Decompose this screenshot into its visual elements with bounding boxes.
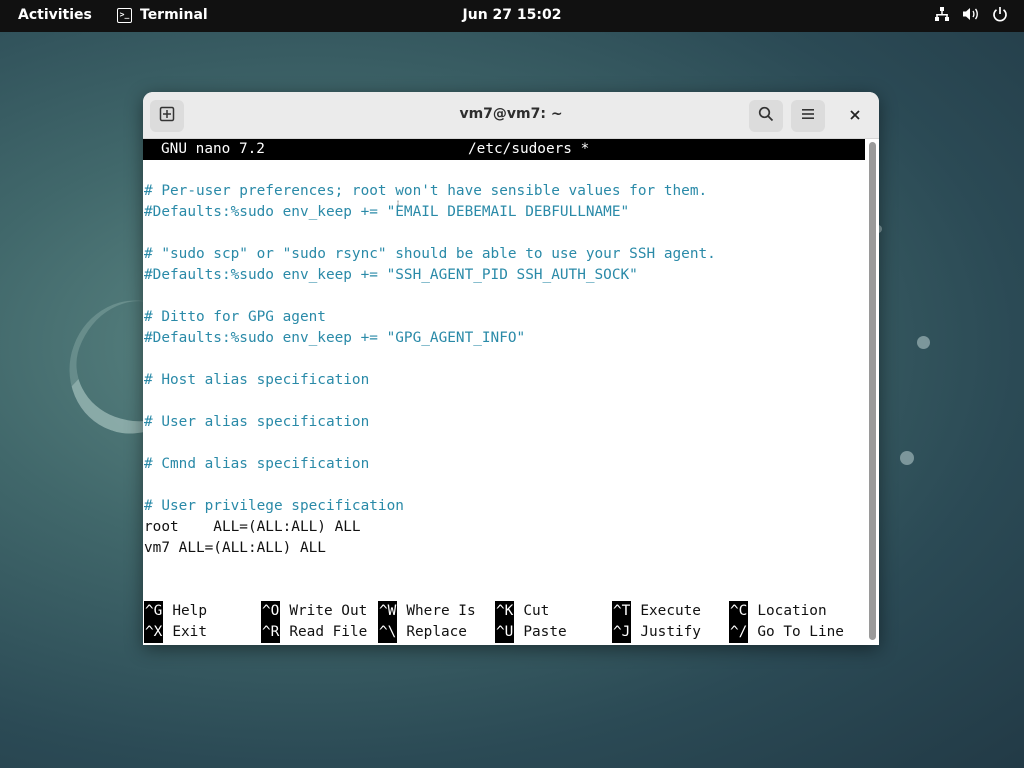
shortcut-write-out[interactable]: ^O Write Out: [261, 601, 367, 622]
shortcut-key: ^W: [378, 601, 398, 622]
editor-line: #Defaults:%sudo env_keep += "GPG_AGENT_I…: [144, 330, 526, 346]
shortcut-label: Read File: [289, 624, 368, 640]
top-bar: Activities >_ Terminal Jun 27 15:02: [0, 0, 1024, 32]
editor-line: # "sudo scp" or "sudo rsync" should be a…: [144, 246, 716, 262]
shortcut-key: ^X: [144, 622, 164, 643]
close-button[interactable]: [845, 105, 865, 125]
shortcut-label: Help: [172, 603, 207, 619]
shortcut-key: ^J: [612, 622, 632, 643]
shortcut-location[interactable]: ^C Location: [729, 601, 827, 622]
editor-line: root ALL=(ALL:ALL) ALL: [144, 519, 361, 535]
shortcut-label: Write Out: [289, 603, 368, 619]
menu-button[interactable]: [791, 100, 825, 132]
system-status-area[interactable]: [934, 6, 1008, 22]
shortcut-label: Where Is: [406, 603, 476, 619]
shortcut-help[interactable]: ^G Help: [144, 601, 207, 622]
shortcut-label: Justify: [640, 624, 701, 640]
shortcut-key: ^R: [261, 622, 281, 643]
shortcut-exit[interactable]: ^X Exit: [144, 622, 207, 643]
shortcut-label: Location: [757, 603, 827, 619]
mouse-ibeam-cursor-icon: [397, 200, 399, 206]
editor-line: # Cmnd alias specification: [144, 456, 370, 472]
terminal-window[interactable]: vm7@vm7: ~ GNU nano 7.2 /etc/sudoers * #…: [143, 92, 879, 645]
title-bar[interactable]: vm7@vm7: ~: [143, 92, 879, 139]
shortcut-replace[interactable]: ^\ Replace: [378, 622, 467, 643]
nano-filename: /etc/sudoers *: [468, 141, 590, 157]
nano-version: GNU nano 7.2: [161, 141, 265, 157]
editor-line: # User alias specification: [144, 414, 370, 430]
shortcut-label: Replace: [406, 624, 467, 640]
volume-icon[interactable]: [962, 6, 980, 22]
shortcut-label: Execute: [640, 603, 701, 619]
editor-line: #Defaults:%sudo env_keep += "EMAIL DEBEM…: [144, 204, 630, 220]
shortcut-key: ^K: [495, 601, 515, 622]
editor-line: # Ditto for GPG agent: [144, 309, 326, 325]
nano-title-bar: GNU nano 7.2 /etc/sudoers *: [143, 139, 865, 160]
editor-line: # User privilege specification: [144, 498, 404, 514]
editor-line: # Per-user preferences; root won't have …: [144, 183, 708, 199]
power-icon[interactable]: [992, 6, 1008, 22]
shortcut-cut[interactable]: ^K Cut: [495, 601, 549, 622]
shortcut-read-file[interactable]: ^R Read File: [261, 622, 367, 643]
editor-line: vm7 ALL=(ALL:ALL) ALL: [144, 540, 326, 556]
hamburger-menu-icon: [800, 106, 816, 126]
shortcut-key: ^T: [612, 601, 632, 622]
editor-line: #Defaults:%sudo env_keep += "SSH_AGENT_P…: [144, 267, 638, 283]
shortcut-justify[interactable]: ^J Justify: [612, 622, 701, 643]
shortcut-execute[interactable]: ^T Execute: [612, 601, 701, 622]
terminal-content[interactable]: GNU nano 7.2 /etc/sudoers * # Per-user p…: [143, 139, 865, 645]
shortcut-where-is[interactable]: ^W Where Is: [378, 601, 476, 622]
terminal-icon: >_: [117, 7, 132, 23]
shortcut-label: Go To Line: [757, 624, 844, 640]
shortcut-key: ^\: [378, 622, 398, 643]
shortcut-label: Exit: [172, 624, 207, 640]
shortcut-key: ^O: [261, 601, 281, 622]
search-button[interactable]: [749, 100, 783, 132]
app-menu[interactable]: >_ Terminal: [117, 7, 208, 23]
wallpaper-dot: [917, 336, 930, 349]
shortcut-label: Cut: [523, 603, 550, 619]
close-icon: [849, 106, 861, 125]
app-name: Terminal: [140, 7, 208, 23]
shortcut-key: ^/: [729, 622, 749, 643]
shortcut-label: Paste: [523, 624, 567, 640]
search-icon: [758, 106, 774, 126]
shortcut-key: ^U: [495, 622, 515, 643]
network-icon[interactable]: [934, 6, 950, 22]
shortcut-key: ^G: [144, 601, 164, 622]
shortcut-go-to-line[interactable]: ^/ Go To Line: [729, 622, 844, 643]
editor-line: # Host alias specification: [144, 372, 370, 388]
terminal-scrollbar[interactable]: [869, 142, 876, 640]
shortcut-key: ^C: [729, 601, 749, 622]
shortcut-paste[interactable]: ^U Paste: [495, 622, 567, 643]
activities-button[interactable]: Activities: [18, 7, 92, 23]
wallpaper-dot: [900, 451, 914, 465]
